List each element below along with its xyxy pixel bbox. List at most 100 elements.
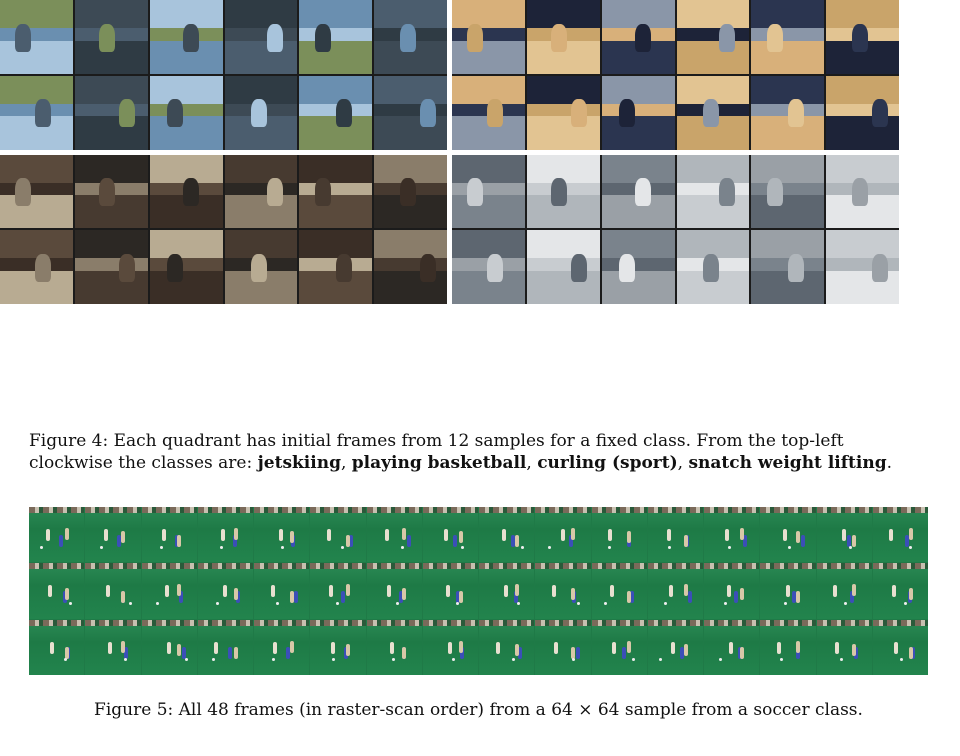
player-figure xyxy=(104,529,109,542)
tile-background xyxy=(374,75,447,104)
ball xyxy=(904,602,908,606)
player-figure xyxy=(796,531,801,544)
player-figure xyxy=(108,641,113,654)
ball xyxy=(788,545,792,549)
sample-frame-tile xyxy=(526,230,600,304)
sample-frame-tile xyxy=(374,75,447,150)
sample-frame-tile xyxy=(74,0,148,74)
player-figure xyxy=(220,529,225,542)
stadium-banner xyxy=(310,507,366,513)
player-figure xyxy=(121,590,126,603)
tile-subject xyxy=(420,253,437,282)
player-figure xyxy=(445,585,450,598)
player-figure xyxy=(666,529,671,542)
sample-frame-tile xyxy=(149,154,223,229)
tile-background xyxy=(676,154,750,183)
ball xyxy=(779,658,783,662)
player-figure xyxy=(272,641,277,654)
player-figure xyxy=(739,528,744,541)
stadium-banner xyxy=(479,619,535,626)
stadium-banner xyxy=(704,563,760,570)
tile-ground xyxy=(526,270,600,304)
player-figure xyxy=(402,528,407,541)
stadium-banner xyxy=(704,507,760,513)
ball xyxy=(271,658,275,662)
tile-ground xyxy=(452,40,525,74)
soccer-frame xyxy=(85,563,141,619)
tile-subject xyxy=(787,99,804,128)
stadium-banner xyxy=(591,563,647,570)
sample-frame-tile xyxy=(526,75,600,150)
ball xyxy=(608,545,612,549)
player-figure xyxy=(551,585,556,598)
tile-ground xyxy=(224,195,298,229)
soccer-frame xyxy=(872,619,928,675)
tile-subject xyxy=(486,99,503,128)
soccer-frame xyxy=(760,507,816,563)
sample-frame-tile xyxy=(149,230,223,304)
sample-frame-tile xyxy=(826,75,899,150)
player-figure xyxy=(59,534,64,547)
stadium-banner xyxy=(535,619,591,626)
player-figure xyxy=(729,641,734,654)
tile-background xyxy=(751,230,825,259)
soccer-frame xyxy=(760,619,816,675)
player-figure xyxy=(106,585,111,598)
stadium-banner xyxy=(197,507,253,513)
sample-frame-tile xyxy=(299,154,373,229)
ball xyxy=(668,545,672,549)
tile-subject xyxy=(619,99,636,128)
tile-background xyxy=(0,0,73,29)
sample-frame-tile xyxy=(526,0,600,74)
soccer-frame xyxy=(254,619,310,675)
tile-background xyxy=(751,75,825,104)
sample-frame-tile xyxy=(224,0,298,74)
soccer-frame xyxy=(141,563,197,619)
tile-ground xyxy=(224,40,298,74)
sample-frame-tile xyxy=(826,230,899,304)
player-figure xyxy=(233,647,238,660)
player-figure xyxy=(668,585,673,598)
soccer-frame xyxy=(760,563,816,619)
stadium-banner xyxy=(366,619,422,626)
ball xyxy=(512,658,516,662)
soccer-frame xyxy=(310,507,366,563)
player-figure xyxy=(800,534,805,547)
figure-5-caption-math: 64 × 64 xyxy=(551,700,620,720)
player-figure xyxy=(340,590,345,603)
soccer-frame xyxy=(254,563,310,619)
player-figure xyxy=(502,529,507,542)
player-figure xyxy=(402,647,407,660)
tile-background xyxy=(826,75,899,104)
player-figure xyxy=(326,529,331,542)
player-figure xyxy=(346,644,351,656)
ball xyxy=(64,658,68,662)
player-figure xyxy=(402,587,407,600)
ball xyxy=(331,658,335,662)
player-figure xyxy=(835,641,840,654)
tile-background xyxy=(452,0,525,29)
tile-background xyxy=(149,230,223,259)
ball xyxy=(839,658,843,662)
tile-ground xyxy=(676,40,750,74)
player-figure xyxy=(833,585,838,598)
tile-background xyxy=(0,154,73,183)
stadium-banner xyxy=(872,507,928,513)
stadium-banner xyxy=(366,563,422,570)
class-label-curling: curling (sport) xyxy=(537,453,678,473)
tile-subject xyxy=(335,99,352,128)
stadium-banner xyxy=(535,507,591,513)
sample-frame-tile xyxy=(676,75,750,150)
soccer-frame xyxy=(310,619,366,675)
quadrant-snatch-weight-lifting xyxy=(0,154,447,304)
tile-subject xyxy=(872,253,889,282)
player-figure xyxy=(627,640,632,653)
tile-ground xyxy=(149,270,223,304)
stadium-banner xyxy=(704,619,760,626)
tile-ground xyxy=(751,40,825,74)
tile-subject xyxy=(183,23,200,52)
sample-frame-tile xyxy=(601,154,675,229)
soccer-frame xyxy=(816,563,872,619)
tile-subject xyxy=(267,178,284,207)
ball xyxy=(340,545,344,549)
